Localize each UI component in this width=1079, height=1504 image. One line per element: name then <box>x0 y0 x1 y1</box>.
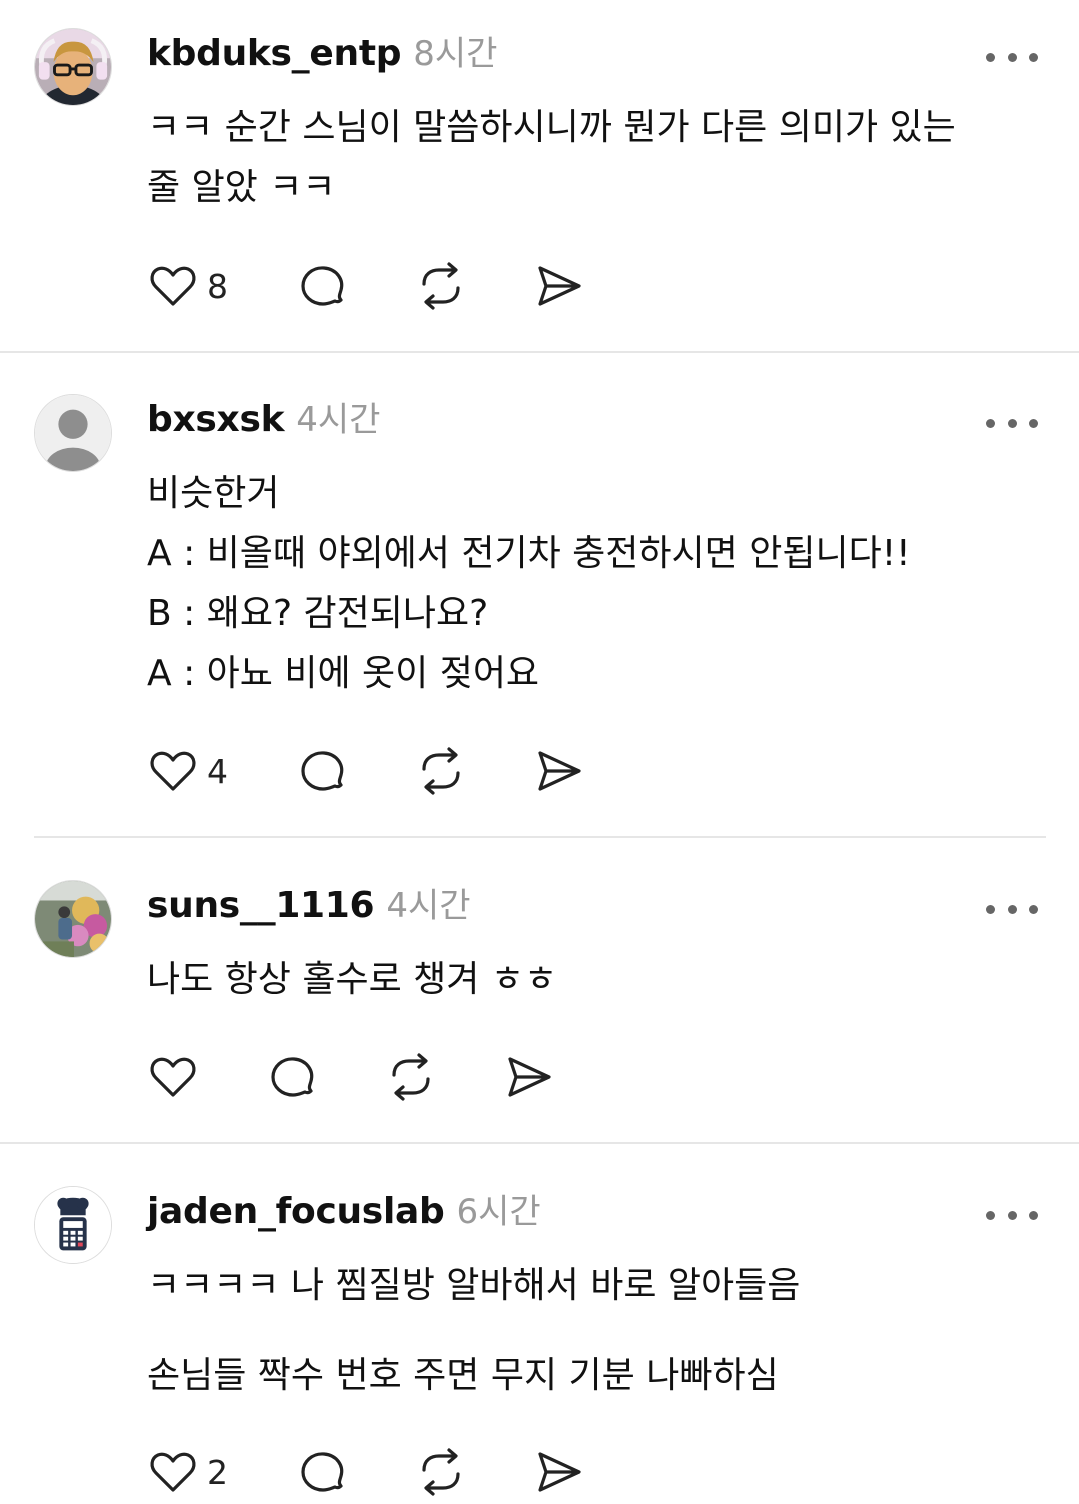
like-count: 2 <box>207 1452 228 1492</box>
comment-button[interactable] <box>297 1444 349 1500</box>
comment-line: A : 아뇨 비에 옷이 젖어요 <box>147 653 540 694</box>
repost-icon <box>392 1053 430 1101</box>
like-button[interactable] <box>147 1049 207 1105</box>
more-options-icon[interactable] <box>986 1200 1038 1230</box>
heart-icon <box>150 266 196 306</box>
comment-feed: kbduks_entp 8시간 ㅋㅋ 순간 스님이 말씀하시니까 뭔가 다른 의… <box>0 0 1079 1504</box>
comment-button[interactable] <box>297 258 349 314</box>
speech-bubble-icon <box>301 751 344 791</box>
comment-line-spacer <box>147 1316 1037 1346</box>
default-avatar-icon <box>35 395 111 471</box>
comment-text: ㅋㅋ 순간 스님이 말씀하시니까 뭔가 다른 의미가 있는 줄 알았 ㅋㅋ <box>147 98 1037 218</box>
avatar-photo <box>35 29 111 105</box>
heart-icon <box>150 1057 196 1097</box>
send-icon <box>538 751 581 791</box>
repost-button[interactable] <box>415 743 467 799</box>
share-button[interactable] <box>533 1444 585 1500</box>
username[interactable]: jaden_focuslab <box>147 1191 445 1232</box>
send-icon <box>508 1057 551 1097</box>
comment-line: 비슷한거 <box>147 473 280 514</box>
like-button[interactable]: 8 <box>147 258 228 314</box>
more-options-icon[interactable] <box>986 408 1038 438</box>
avatar[interactable] <box>34 28 112 106</box>
comment-header: jaden_focuslab 6시간 <box>147 1184 541 1244</box>
avatar[interactable] <box>34 1186 112 1264</box>
repost-icon <box>422 262 460 310</box>
divider <box>0 1142 1079 1144</box>
comment-line: 손님들 짝수 번호 주면 무지 기분 나빠하심 <box>147 1355 779 1396</box>
share-button[interactable] <box>533 743 585 799</box>
repost-icon <box>422 1448 460 1496</box>
like-count: 4 <box>207 751 228 791</box>
comment-header: kbduks_entp 8시간 <box>147 26 497 86</box>
heart-icon <box>150 1452 196 1492</box>
divider <box>34 836 1046 838</box>
timestamp: 4시간 <box>386 886 471 926</box>
comment-text: 비슷한거 A : 비올때 야외에서 전기차 충전하시면 안됩니다!! B : 왜… <box>147 464 1037 704</box>
timestamp: 6시간 <box>456 1192 541 1232</box>
like-button[interactable]: 2 <box>147 1444 228 1500</box>
divider <box>0 351 1079 353</box>
avatar[interactable] <box>34 394 112 472</box>
comment-text: 나도 항상 홀수로 챙겨 ㅎㅎ <box>147 950 1037 1010</box>
comment-button[interactable] <box>267 1049 319 1105</box>
avatar[interactable] <box>34 880 112 958</box>
comment-line: A : 비올때 야외에서 전기차 충전하시면 안됩니다!! <box>147 533 911 574</box>
username[interactable]: bxsxsk <box>147 399 285 440</box>
repost-button[interactable] <box>385 1049 437 1105</box>
heart-icon <box>150 751 196 791</box>
more-options-icon[interactable] <box>986 42 1038 72</box>
repost-button[interactable] <box>415 258 467 314</box>
comment-header: bxsxsk 4시간 <box>147 392 380 452</box>
share-button[interactable] <box>533 258 585 314</box>
send-icon <box>538 1452 581 1492</box>
username[interactable]: suns__1116 <box>147 885 375 926</box>
comment-line: ㅋㅋ 순간 스님이 말씀하시니까 뭔가 다른 의미가 있는 <box>147 107 956 148</box>
speech-bubble-icon <box>301 266 344 306</box>
like-button[interactable]: 4 <box>147 743 228 799</box>
send-icon <box>538 266 581 306</box>
avatar-photo <box>35 881 111 957</box>
speech-bubble-icon <box>271 1057 314 1097</box>
comment-line: 줄 알았 ㅋㅋ <box>147 167 336 208</box>
comment-line: 나도 항상 홀수로 챙겨 ㅎㅎ <box>147 959 558 1000</box>
comment-line: B : 왜요? 감전되나요? <box>147 593 489 634</box>
repost-icon <box>422 747 460 795</box>
comment-button[interactable] <box>297 743 349 799</box>
speech-bubble-icon <box>301 1452 344 1492</box>
calculator-chef-icon <box>35 1187 111 1263</box>
timestamp: 4시간 <box>296 400 381 440</box>
repost-button[interactable] <box>415 1444 467 1500</box>
timestamp: 8시간 <box>413 34 498 74</box>
more-options-icon[interactable] <box>986 894 1038 924</box>
comment-text: ㅋㅋㅋㅋ 나 찜질방 알바해서 바로 알아들음 손님들 짝수 번호 주면 무지 … <box>147 1256 1037 1406</box>
comment-line: ㅋㅋㅋㅋ 나 찜질방 알바해서 바로 알아들음 <box>147 1265 801 1306</box>
comment-header: suns__1116 4시간 <box>147 878 471 938</box>
username[interactable]: kbduks_entp <box>147 33 402 74</box>
share-button[interactable] <box>503 1049 555 1105</box>
like-count: 8 <box>207 266 228 306</box>
